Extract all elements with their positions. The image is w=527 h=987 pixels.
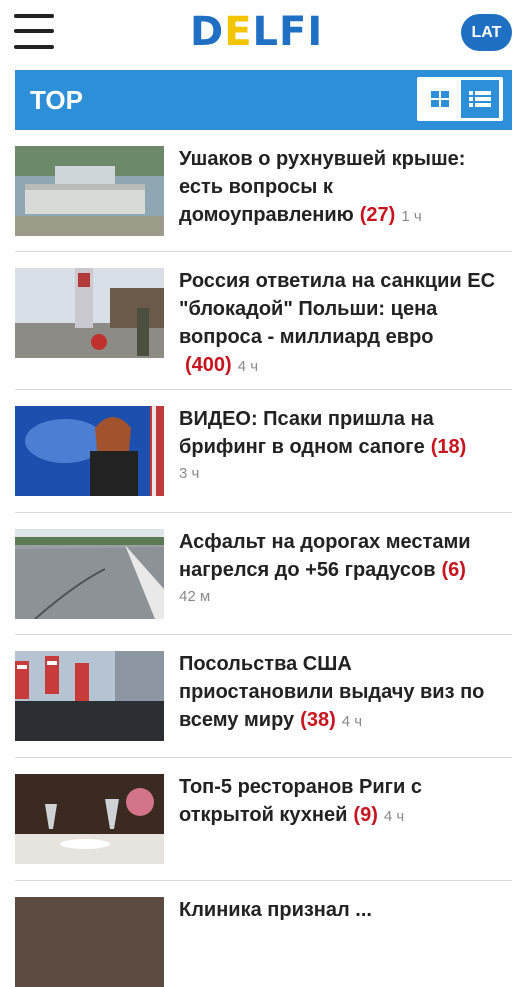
article-thumbnail bbox=[15, 774, 164, 864]
language-button[interactable]: LAT bbox=[461, 14, 512, 51]
article-title: ВИДЕО: Псаки пришла на брифинг в одном с… bbox=[179, 408, 434, 458]
article-time: 42 м bbox=[179, 588, 211, 605]
article-item[interactable]: Клиника признал ... bbox=[15, 881, 512, 987]
app-header: DELFI LAT bbox=[0, 0, 527, 64]
article-thumbnail bbox=[15, 268, 164, 358]
article-time: 3 ч bbox=[179, 465, 200, 482]
article-thumbnail bbox=[15, 406, 164, 496]
comment-count[interactable]: (27) bbox=[360, 204, 396, 226]
article-title: Россия ответила на санкции ЕС "блокадой"… bbox=[179, 270, 496, 348]
comment-count[interactable]: (6) bbox=[441, 559, 465, 581]
comment-count[interactable]: (9) bbox=[353, 804, 377, 826]
article-title: Клиника признал ... bbox=[179, 899, 372, 921]
article-title: Асфальт на дорогах местами нагрелся до +… bbox=[179, 531, 471, 581]
article-title: Ушаков о рухнувшей крыше: есть вопросы к… bbox=[179, 148, 466, 226]
article-thumbnail bbox=[15, 651, 164, 741]
article-time: 4 ч bbox=[237, 358, 259, 375]
article-item[interactable]: ВИДЕО: Псаки пришла на брифинг в одном с… bbox=[15, 390, 512, 513]
article-text: Посольства США приостановили выдачу виз … bbox=[179, 650, 504, 736]
comment-count[interactable]: (400) bbox=[185, 354, 232, 376]
view-toggle bbox=[417, 77, 503, 121]
article-thumbnail bbox=[15, 897, 164, 987]
article-time: 4 ч bbox=[341, 713, 363, 730]
article-time: 4 ч bbox=[383, 808, 405, 825]
article-text: ВИДЕО: Псаки пришла на брифинг в одном с… bbox=[179, 405, 504, 487]
article-thumbnail bbox=[15, 146, 164, 236]
comment-count[interactable]: (18) bbox=[431, 436, 467, 458]
article-text: Россия ответила на санкции ЕС "блокадой"… bbox=[179, 267, 504, 381]
article-list: Ушаков о рухнувшей крыше: есть вопросы к… bbox=[15, 130, 512, 987]
article-item[interactable]: Топ-5 ресторанов Риги с открытой кухней(… bbox=[15, 758, 512, 881]
section-title: TOP bbox=[30, 85, 83, 115]
list-view-icon[interactable] bbox=[461, 80, 499, 118]
article-item[interactable]: Асфальт на дорогах местами нагрелся до +… bbox=[15, 513, 512, 635]
article-text: Топ-5 ресторанов Риги с открытой кухней(… bbox=[179, 773, 504, 831]
article-item[interactable]: Посольства США приостановили выдачу виз … bbox=[15, 635, 512, 758]
comment-count[interactable]: (38) bbox=[300, 709, 336, 731]
article-text: Асфальт на дорогах местами нагрелся до +… bbox=[179, 528, 504, 610]
article-item[interactable]: Россия ответила на санкции ЕС "блокадой"… bbox=[15, 252, 512, 390]
article-time: 1 ч bbox=[401, 208, 422, 225]
article-text: Ушаков о рухнувшей крыше: есть вопросы к… bbox=[179, 145, 504, 231]
grid-view-icon[interactable] bbox=[421, 80, 459, 118]
delfi-logo[interactable]: DELFI bbox=[190, 8, 323, 56]
article-thumbnail bbox=[15, 529, 164, 619]
section-bar: TOP bbox=[15, 70, 512, 130]
article-item[interactable]: Ушаков о рухнувшей крыше: есть вопросы к… bbox=[15, 130, 512, 252]
article-text: Клиника признал ... bbox=[179, 896, 504, 924]
menu-icon[interactable] bbox=[14, 14, 54, 50]
